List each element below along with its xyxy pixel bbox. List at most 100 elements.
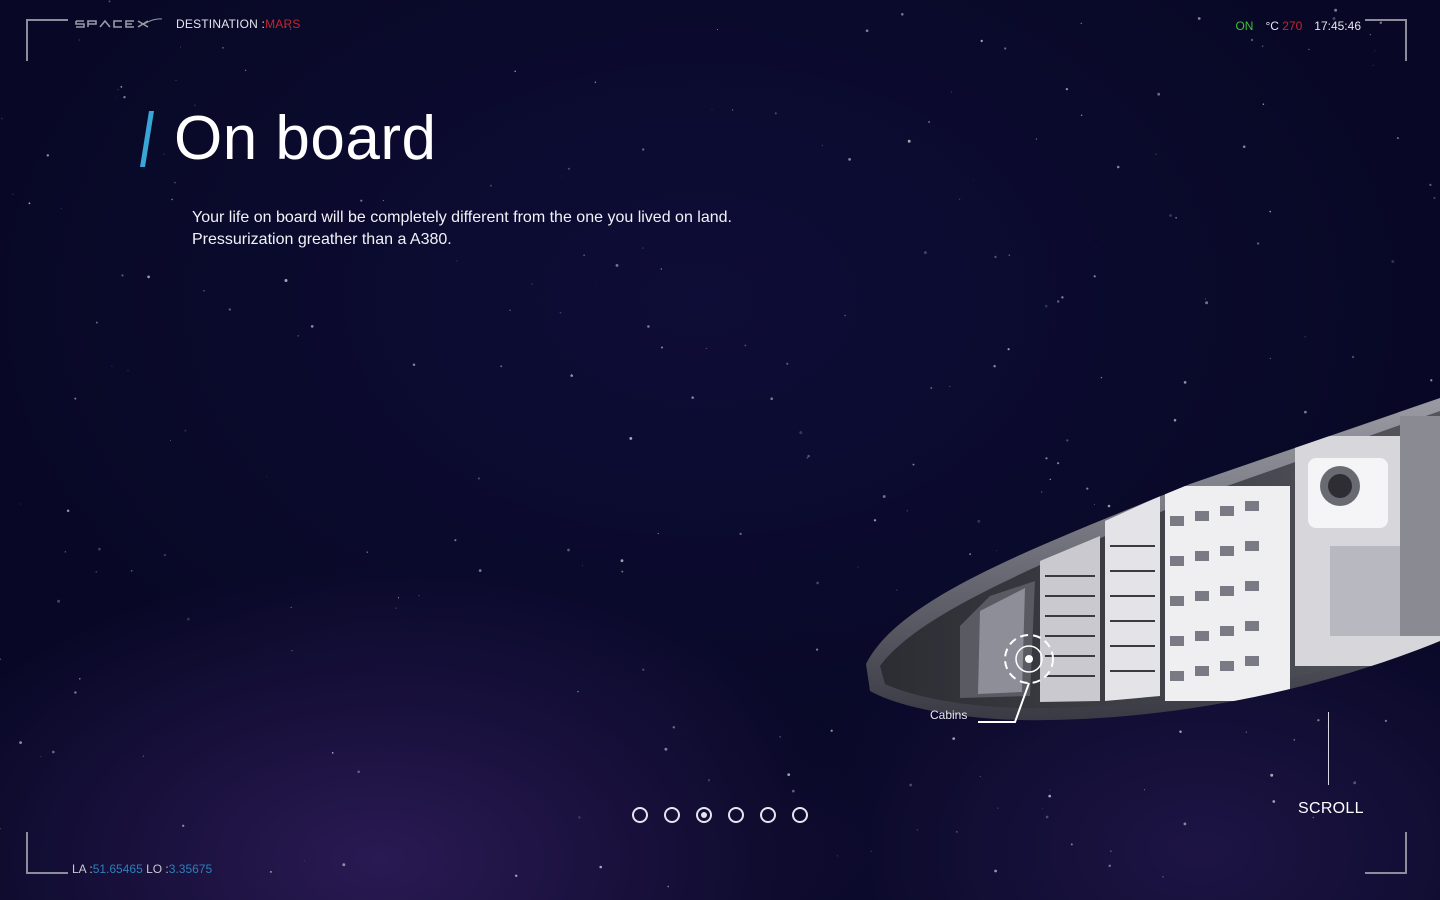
star bbox=[664, 747, 668, 751]
star bbox=[78, 39, 80, 41]
longitude-value: 3.35675 bbox=[168, 862, 213, 876]
page-title: On board bbox=[174, 104, 437, 173]
star bbox=[707, 779, 711, 782]
star bbox=[360, 199, 363, 202]
star bbox=[456, 260, 458, 262]
star bbox=[821, 144, 824, 146]
spacex-logo[interactable] bbox=[74, 17, 162, 31]
star bbox=[1004, 47, 1007, 50]
star bbox=[1070, 843, 1073, 846]
star bbox=[807, 454, 810, 458]
pagination-dot[interactable] bbox=[664, 807, 680, 823]
star bbox=[916, 829, 918, 831]
star bbox=[791, 789, 795, 793]
star bbox=[1035, 138, 1037, 140]
temperature-unit: °C bbox=[1265, 19, 1279, 33]
star bbox=[667, 885, 670, 888]
star bbox=[12, 193, 14, 195]
star bbox=[290, 606, 292, 609]
star bbox=[0, 827, 1, 830]
star bbox=[1430, 379, 1433, 382]
star bbox=[514, 874, 518, 878]
star bbox=[297, 335, 299, 337]
star bbox=[1256, 242, 1260, 245]
star bbox=[1270, 773, 1274, 777]
star bbox=[1183, 822, 1187, 826]
star bbox=[74, 397, 77, 400]
scroll-button[interactable]: SCROLL bbox=[1298, 800, 1364, 818]
pagination-dot[interactable] bbox=[696, 807, 712, 823]
star bbox=[1100, 376, 1103, 379]
star bbox=[366, 551, 369, 553]
star bbox=[909, 783, 913, 787]
star bbox=[672, 726, 675, 729]
star bbox=[1433, 196, 1436, 200]
star bbox=[1396, 137, 1399, 140]
star bbox=[1157, 92, 1161, 96]
temperature: °C 270 bbox=[1265, 19, 1302, 33]
coordinates-readout: LA :51.65465 LO :3.35675 bbox=[72, 862, 212, 876]
star bbox=[739, 532, 742, 536]
star bbox=[1269, 357, 1272, 360]
star bbox=[1308, 48, 1310, 51]
star bbox=[95, 321, 98, 324]
star bbox=[786, 362, 789, 365]
star bbox=[951, 91, 953, 93]
star bbox=[901, 13, 904, 16]
star bbox=[64, 551, 66, 553]
star bbox=[175, 79, 177, 81]
star bbox=[180, 46, 182, 48]
star bbox=[310, 325, 314, 328]
pagination-dot[interactable] bbox=[632, 807, 648, 823]
star bbox=[952, 737, 956, 740]
cabins-hotspot-label[interactable]: Cabins bbox=[930, 708, 967, 722]
star bbox=[40, 756, 42, 758]
star bbox=[647, 325, 650, 328]
star bbox=[594, 282, 596, 284]
star bbox=[1250, 38, 1254, 42]
star bbox=[907, 139, 911, 143]
star bbox=[577, 690, 579, 693]
star bbox=[1048, 794, 1052, 798]
star bbox=[115, 96, 117, 98]
star bbox=[1057, 300, 1060, 303]
star bbox=[980, 39, 983, 43]
star bbox=[284, 279, 288, 282]
star bbox=[958, 198, 961, 200]
star bbox=[1095, 247, 1097, 249]
star bbox=[120, 86, 123, 88]
star bbox=[1351, 355, 1355, 359]
hero-heading: On board bbox=[140, 108, 437, 170]
star bbox=[28, 202, 31, 205]
slide-pagination bbox=[632, 807, 808, 823]
star bbox=[184, 429, 187, 432]
pagination-dot[interactable] bbox=[760, 807, 776, 823]
star bbox=[174, 181, 176, 184]
star bbox=[108, 0, 111, 3]
star bbox=[1116, 165, 1120, 169]
star bbox=[1108, 864, 1111, 867]
longitude-label: LO : bbox=[146, 862, 169, 876]
star bbox=[1261, 45, 1264, 47]
star bbox=[1391, 260, 1395, 263]
star bbox=[559, 311, 562, 314]
star bbox=[615, 263, 619, 267]
pagination-dot[interactable] bbox=[792, 807, 808, 823]
star bbox=[1093, 275, 1096, 278]
destination: DESTINATION :MARS bbox=[176, 17, 301, 31]
star bbox=[716, 28, 718, 31]
star bbox=[454, 539, 457, 542]
star bbox=[865, 29, 869, 33]
star bbox=[121, 274, 124, 277]
star bbox=[186, 617, 190, 621]
pagination-dot[interactable] bbox=[728, 807, 744, 823]
star bbox=[1, 117, 3, 120]
destination-value: MARS bbox=[265, 17, 301, 31]
star bbox=[661, 346, 663, 349]
star bbox=[1109, 850, 1112, 853]
star bbox=[1143, 789, 1145, 791]
star bbox=[1045, 815, 1049, 819]
star bbox=[949, 385, 951, 387]
star bbox=[19, 741, 22, 744]
star bbox=[163, 553, 167, 557]
